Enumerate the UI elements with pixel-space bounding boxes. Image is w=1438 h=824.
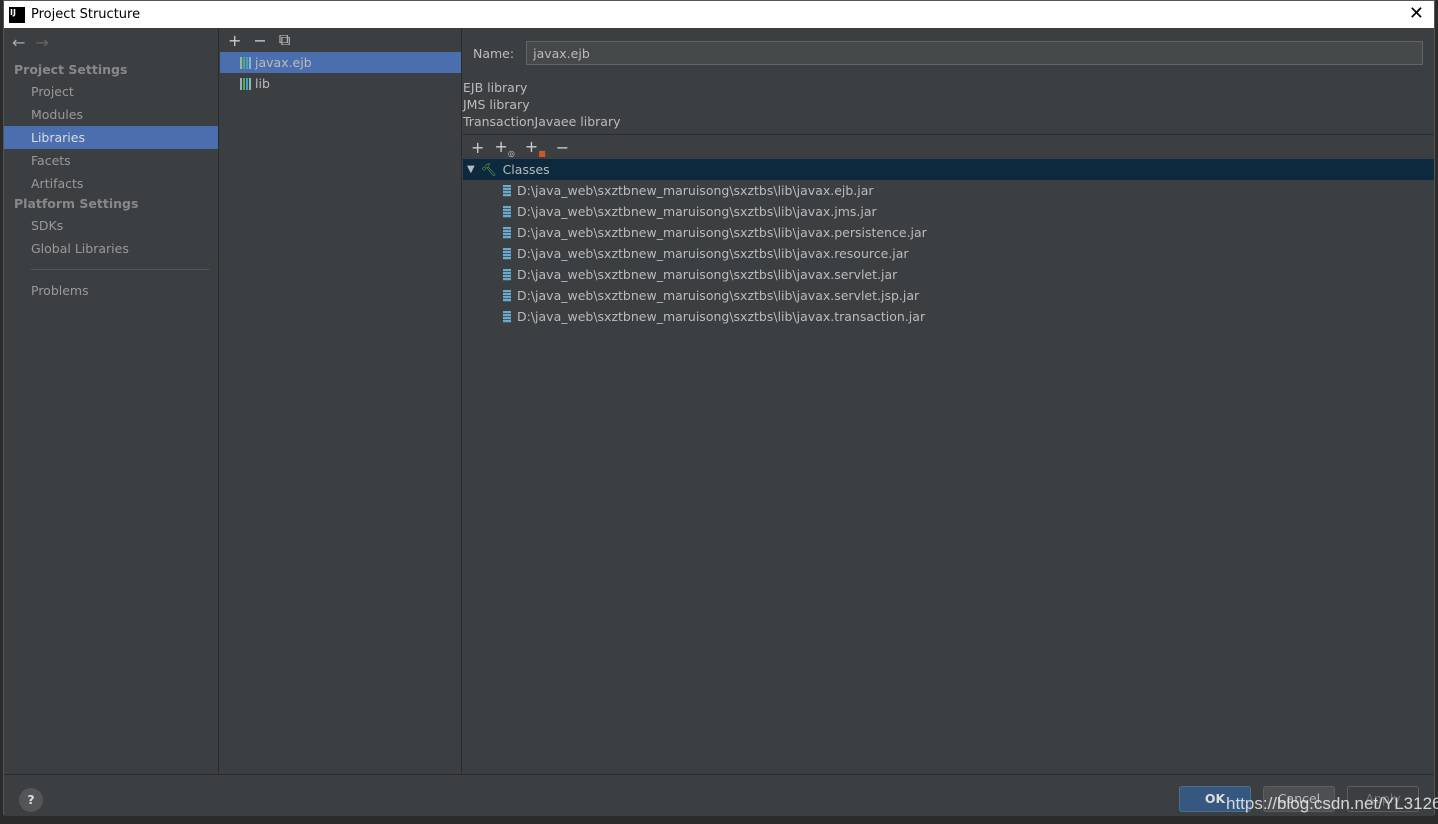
add-url-icon[interactable]: +◎	[494, 137, 514, 158]
attach-folder-icon[interactable]: +■	[525, 137, 546, 158]
project-structure-dialog: IJ Project Structure ✕ ← → Project Settin…	[3, 0, 1435, 816]
sidebar-item-facets[interactable]: Facets	[4, 149, 218, 172]
libraries-list-panel: + − ⧉ javax.ejb lib	[220, 28, 462, 774]
sidebar-item-project[interactable]: Project	[4, 80, 218, 103]
jar-icon	[503, 184, 511, 197]
title-bar: IJ Project Structure ✕	[4, 1, 1434, 28]
add-icon[interactable]: +	[471, 138, 484, 157]
jar-icon	[503, 268, 511, 281]
sidebar-item-artifacts[interactable]: Artifacts	[4, 172, 218, 195]
library-icon	[240, 77, 251, 90]
remove-icon[interactable]: −	[253, 31, 266, 50]
library-detail-panel: Name: EJB library JMS library Transactio…	[463, 28, 1434, 774]
sidebar-item-sdks[interactable]: SDKs	[4, 214, 218, 237]
watermark: https://blog.csdn.net/YL3126	[1226, 794, 1438, 813]
name-input[interactable]	[526, 41, 1423, 65]
sidebar-item-global-libraries[interactable]: Global Libraries	[4, 237, 218, 260]
jar-item[interactable]: D:\java_web\sxztbnew_maruisong\sxztbs\li…	[463, 222, 1434, 243]
intellij-logo-icon: IJ	[9, 6, 25, 23]
jar-item[interactable]: D:\java_web\sxztbnew_maruisong\sxztbs\li…	[463, 285, 1434, 306]
library-icon	[240, 56, 251, 69]
jar-item[interactable]: D:\java_web\sxztbnew_maruisong\sxztbs\li…	[463, 306, 1434, 327]
hammer-icon: 🔨︎	[480, 162, 497, 177]
jar-icon	[503, 226, 511, 239]
description-line: EJB library	[463, 80, 528, 95]
section-project-settings: Project Settings	[14, 62, 128, 77]
sidebar-item-modules[interactable]: Modules	[4, 103, 218, 126]
sidebar: ← → Project Settings Project Modules Libr…	[4, 28, 219, 774]
close-icon[interactable]: ✕	[1409, 3, 1424, 24]
help-button[interactable]: ?	[19, 788, 43, 812]
window-title: Project Structure	[31, 7, 141, 22]
tree-node-classes[interactable]: ▼ 🔨︎ Classes	[463, 159, 1434, 180]
sidebar-item-problems[interactable]: Problems	[4, 279, 218, 302]
divider	[31, 269, 209, 270]
description-line: TransactionJavaee library	[463, 114, 621, 129]
section-platform-settings: Platform Settings	[14, 196, 139, 211]
back-arrow-icon[interactable]: ←	[12, 33, 25, 52]
library-roots-tree: ▼ 🔨︎ Classes D:\java_web\sxztbnew_maruis…	[463, 159, 1434, 327]
jar-icon	[503, 310, 511, 323]
sidebar-item-libraries[interactable]: Libraries	[4, 126, 218, 149]
jar-icon	[503, 247, 511, 260]
jar-item[interactable]: D:\java_web\sxztbnew_maruisong\sxztbs\li…	[463, 264, 1434, 285]
add-icon[interactable]: +	[228, 31, 241, 50]
jar-item[interactable]: D:\java_web\sxztbnew_maruisong\sxztbs\li…	[463, 180, 1434, 201]
jar-item[interactable]: D:\java_web\sxztbnew_maruisong\sxztbs\li…	[463, 201, 1434, 222]
forward-arrow-icon[interactable]: →	[35, 33, 48, 52]
description-line: JMS library	[463, 97, 530, 112]
jar-item[interactable]: D:\java_web\sxztbnew_maruisong\sxztbs\li…	[463, 243, 1434, 264]
copy-icon[interactable]: ⧉	[279, 30, 290, 50]
library-item[interactable]: javax.ejb	[220, 52, 461, 73]
jar-icon	[503, 205, 511, 218]
name-label: Name:	[473, 45, 515, 61]
library-item[interactable]: lib	[220, 73, 461, 94]
jar-icon	[503, 289, 511, 302]
remove-icon[interactable]: −	[556, 138, 569, 157]
button-bar: ? OK Cancel Apply	[4, 774, 1434, 816]
expand-triangle-icon[interactable]: ▼	[467, 159, 475, 180]
